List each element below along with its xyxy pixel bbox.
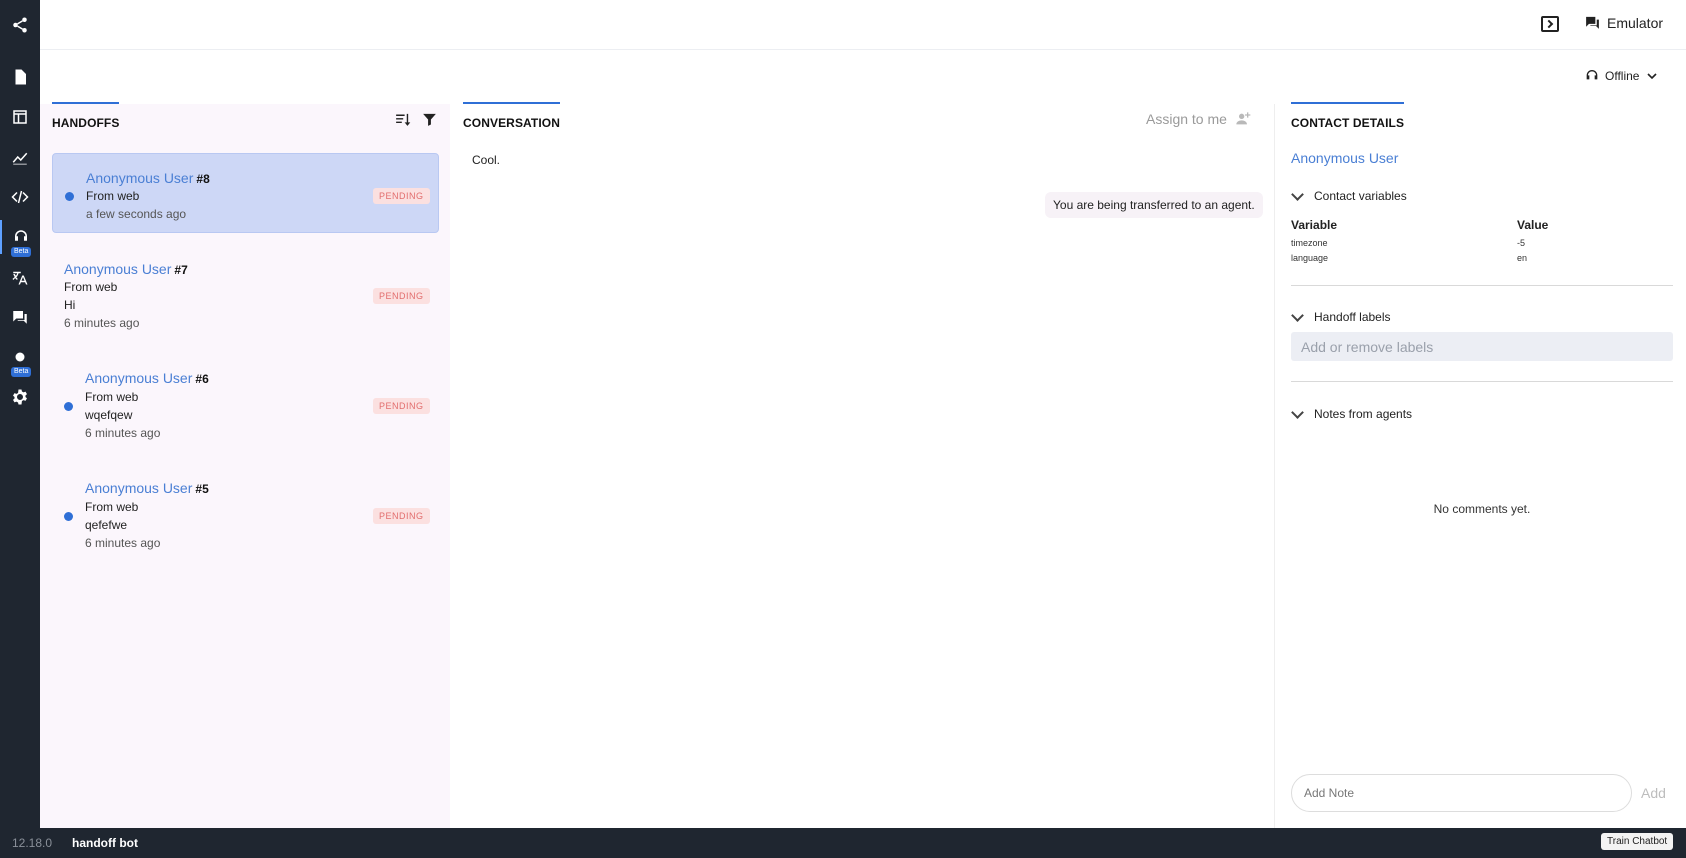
status-badge: PENDING (373, 398, 430, 414)
handoff-last-message: wqefqew (85, 408, 133, 422)
contact-panel (1274, 104, 1686, 828)
assign-to-me-button[interactable]: Assign to me (1146, 111, 1251, 127)
share-icon[interactable] (0, 8, 40, 42)
add-note-input[interactable] (1291, 774, 1632, 812)
handoff-last-message: Hi (64, 298, 76, 312)
chevron-down-icon (1291, 308, 1304, 322)
add-note-button[interactable]: Add (1641, 785, 1666, 801)
filter-icon[interactable] (421, 111, 438, 128)
conversation-title: CONVERSATION (463, 102, 560, 130)
assign-label: Assign to me (1146, 111, 1227, 127)
translate-icon[interactable] (0, 260, 40, 294)
unread-dot (64, 402, 73, 411)
train-chatbot-button[interactable]: Train Chatbot (1601, 833, 1674, 850)
notes-label: Notes from agents (1314, 407, 1413, 421)
handoff-user-name: Anonymous User #5 (85, 480, 209, 496)
status-badge: PENDING (373, 188, 430, 204)
handoff-source: From web (85, 500, 139, 514)
message-bot: You are being transferred to an agent. (1045, 192, 1263, 218)
status-bar: 12.18.0 handoff bot Train Chatbot (0, 828, 1686, 858)
emulator-button[interactable]: Emulator (1584, 14, 1663, 31)
handoff-user-name: Anonymous User #6 (85, 370, 209, 386)
status-badge: PENDING (373, 508, 430, 524)
code-icon[interactable] (0, 180, 40, 214)
message-user: Cool. (472, 153, 501, 167)
handoff-last-message: qefefwe (85, 518, 128, 532)
contact-details-title: CONTACT DETAILS (1291, 102, 1405, 130)
version-label: 12.18.0 (12, 836, 53, 850)
contact-variables-label: Contact variables (1314, 189, 1407, 203)
status-badge: PENDING (373, 288, 430, 304)
document-icon[interactable] (0, 60, 40, 94)
unread-dot (64, 512, 73, 521)
value-header: Value (1517, 218, 1549, 232)
handoff-item[interactable]: Anonymous User #5 From web qefefwe 6 minu… (52, 472, 439, 552)
handoff-item[interactable]: Anonymous User #7 From web Hi 6 minutes a… (52, 251, 439, 331)
chat-icon[interactable] (0, 300, 40, 334)
gear-icon[interactable] (0, 380, 40, 414)
chat-icon (1586, 16, 1599, 29)
divider (1291, 285, 1673, 286)
chevron-down-icon (1291, 405, 1304, 419)
handoffs-title: HANDOFFS (52, 102, 120, 130)
notes-toggle[interactable]: Notes from agents (1291, 405, 1413, 421)
status-label: Offline (1605, 69, 1640, 83)
agent-status-dropdown[interactable]: Offline (1584, 68, 1660, 84)
terminal-icon[interactable] (1541, 16, 1559, 32)
handoff-time: 6 minutes ago (85, 536, 161, 550)
analytics-icon[interactable] (0, 140, 40, 174)
contact-variables-toggle[interactable]: Contact variables (1291, 187, 1407, 203)
layout-icon[interactable] (0, 100, 40, 134)
handoff-labels-toggle[interactable]: Handoff labels (1291, 308, 1391, 324)
sort-icon[interactable] (394, 111, 411, 128)
variable-header: Variable (1291, 218, 1338, 232)
labels-input[interactable] (1291, 332, 1673, 361)
handoff-time: 6 minutes ago (64, 316, 140, 330)
handoff-item[interactable]: Anonymous User #6 From web wqefqew 6 minu… (52, 362, 439, 442)
handoff-source: From web (85, 390, 139, 404)
top-bar (40, 0, 1686, 50)
unread-dot (65, 192, 74, 201)
contact-name[interactable]: Anonymous User (1291, 150, 1398, 166)
variable-value: -5 (1517, 238, 1526, 248)
handoff-source: From web (86, 189, 140, 203)
handoff-item[interactable]: Anonymous User #8 From web a few seconds … (52, 153, 439, 233)
icon-rail: Beta Beta (0, 0, 40, 828)
handoff-user-name: Anonymous User #7 (64, 261, 188, 277)
chevron-down-icon (1647, 73, 1658, 80)
divider (1291, 381, 1673, 382)
chevron-down-icon (1291, 187, 1304, 201)
handoff-time: a few seconds ago (86, 207, 187, 221)
handoff-user-name: Anonymous User #8 (86, 170, 210, 186)
variable-value: en (1517, 253, 1528, 263)
beta-badge: Beta (11, 247, 32, 257)
beta-badge: Beta (11, 367, 32, 377)
emulator-label: Emulator (1607, 14, 1664, 31)
handoff-source: From web (64, 280, 118, 294)
add-person-icon (1236, 112, 1251, 125)
handoff-time: 6 minutes ago (85, 426, 161, 440)
variable-name: language (1291, 253, 1329, 263)
bot-name[interactable]: handoff bot (72, 836, 138, 850)
headset-icon (1586, 70, 1598, 80)
variable-name: timezone (1291, 238, 1328, 248)
handoff-labels-label: Handoff labels (1314, 310, 1391, 324)
no-comments-text: No comments yet. (1433, 502, 1531, 516)
